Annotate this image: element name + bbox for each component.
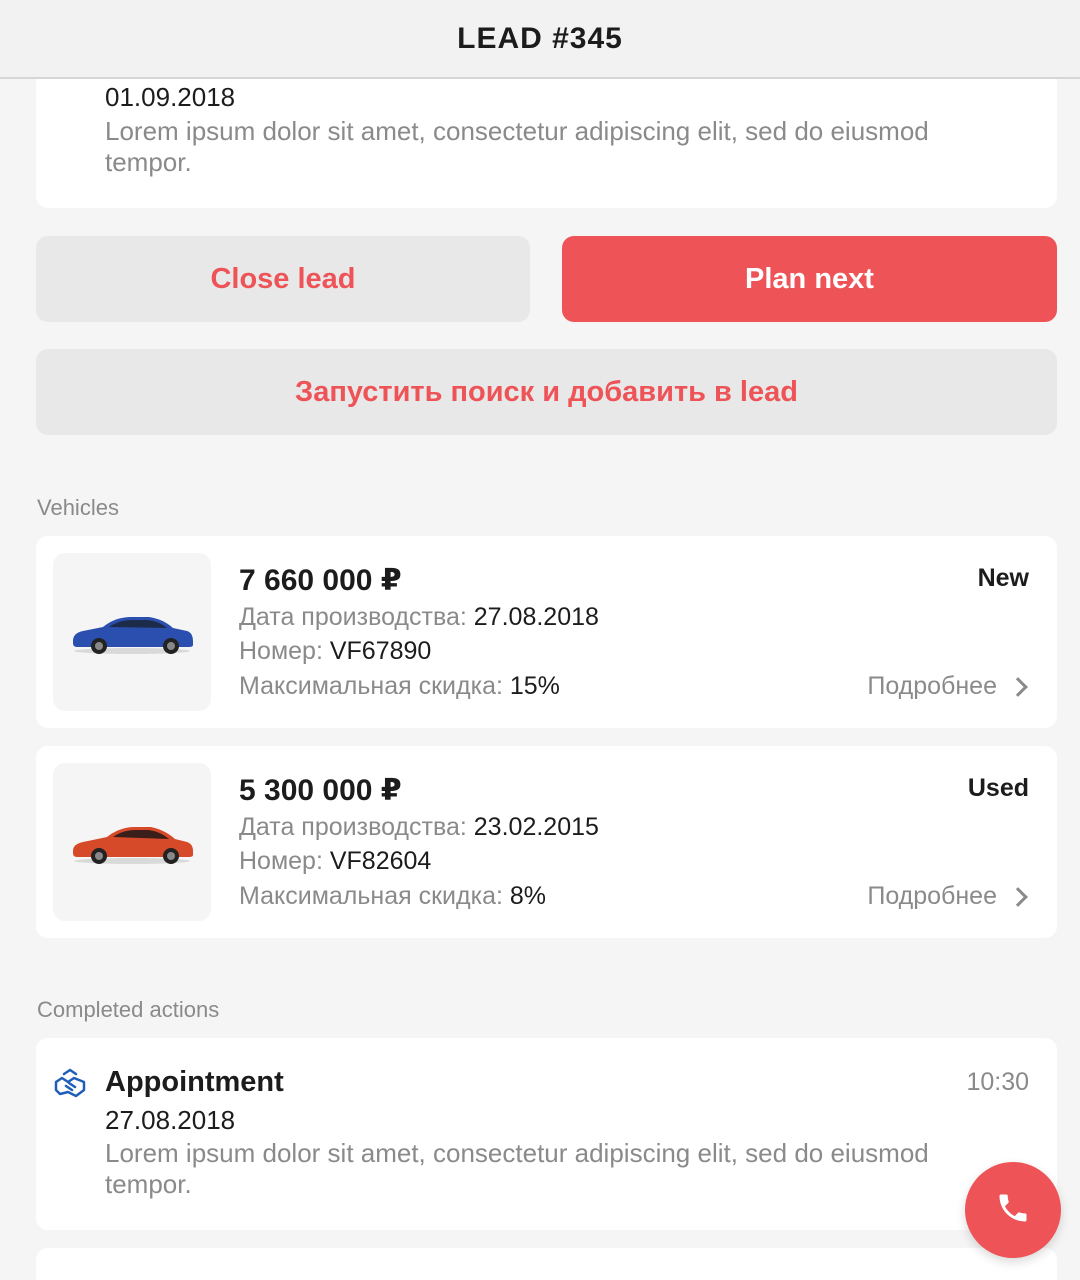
search-and-add-button[interactable]: Запустить поиск и добавить в lead [36, 349, 1057, 435]
details-link-label: Подробнее [867, 672, 997, 700]
page-title: LEAD #345 [457, 21, 623, 55]
production-date-row: Дата производства: 23.02.2015 [239, 813, 599, 842]
details-link[interactable]: Подробнее [867, 882, 1029, 911]
vehicle-number-value: VF82604 [329, 847, 432, 875]
vehicle-number-label: Номер: [239, 847, 323, 875]
vehicle-number-row: Номер: VF82604 [239, 847, 431, 876]
vehicle-price: 7 660 000 ₽ [239, 564, 402, 597]
completed-action-date: 27.08.2018 [105, 1105, 236, 1135]
vehicle-number-row: Номер: VF67890 [239, 637, 431, 666]
action-date: 01.09.2018 [105, 82, 236, 112]
production-date-value: 27.08.2018 [473, 603, 599, 631]
completed-action-title: Appointment [105, 1066, 284, 1098]
completed-actions-section-label: Completed actions [37, 997, 220, 1022]
car-image [53, 553, 211, 711]
details-link[interactable]: Подробнее [867, 672, 1029, 701]
vehicle-card[interactable]: 5 300 000 ₽ Used Дата производства: 23.0… [36, 746, 1057, 938]
max-discount-row: Максимальная скидка: 8% [239, 882, 546, 911]
max-discount-label: Максимальная скидка: [239, 882, 503, 910]
vehicle-number-value: VF67890 [329, 637, 432, 665]
max-discount-label: Максимальная скидка: [239, 672, 503, 700]
phone-icon [995, 1190, 1031, 1231]
close-lead-button[interactable]: Close lead [36, 236, 530, 322]
production-date-row: Дата производства: 27.08.2018 [239, 603, 599, 632]
plan-next-button[interactable]: Plan next [562, 236, 1057, 322]
production-date-label: Дата производства: [239, 603, 467, 631]
vehicles-section-label: Vehicles [37, 495, 119, 520]
vehicle-price: 5 300 000 ₽ [239, 774, 402, 807]
handshake-icon [54, 1068, 86, 1100]
call-button[interactable] [965, 1162, 1061, 1258]
completed-action-time: 10:30 [966, 1068, 1029, 1096]
car-image [53, 763, 211, 921]
action-description: Lorem ipsum dolor sit amet, consectetur … [105, 116, 929, 177]
details-link-label: Подробнее [867, 882, 997, 910]
max-discount-value: 8% [509, 882, 547, 910]
completed-action-card[interactable]: Appointment 10:30 27.08.2018 Lorem ipsum… [36, 1038, 1057, 1230]
navigation-bar: LEAD #345 [0, 0, 1080, 79]
max-discount-row: Максимальная скидка: 15% [239, 672, 560, 701]
chevron-right-icon [1008, 676, 1028, 697]
vehicle-status-badge: New [977, 564, 1029, 592]
max-discount-value: 15% [509, 672, 560, 700]
vehicle-status-badge: Used [967, 774, 1029, 802]
completed-action-card-partial[interactable] [36, 1248, 1057, 1280]
production-date-label: Дата производства: [239, 813, 467, 841]
vehicle-card[interactable]: 7 660 000 ₽ New Дата производства: 27.08… [36, 536, 1057, 728]
completed-action-description: Lorem ipsum dolor sit amet, consectetur … [105, 1138, 929, 1199]
vehicle-number-label: Номер: [239, 637, 323, 665]
production-date-value: 23.02.2015 [473, 813, 599, 841]
chevron-right-icon [1008, 886, 1028, 907]
